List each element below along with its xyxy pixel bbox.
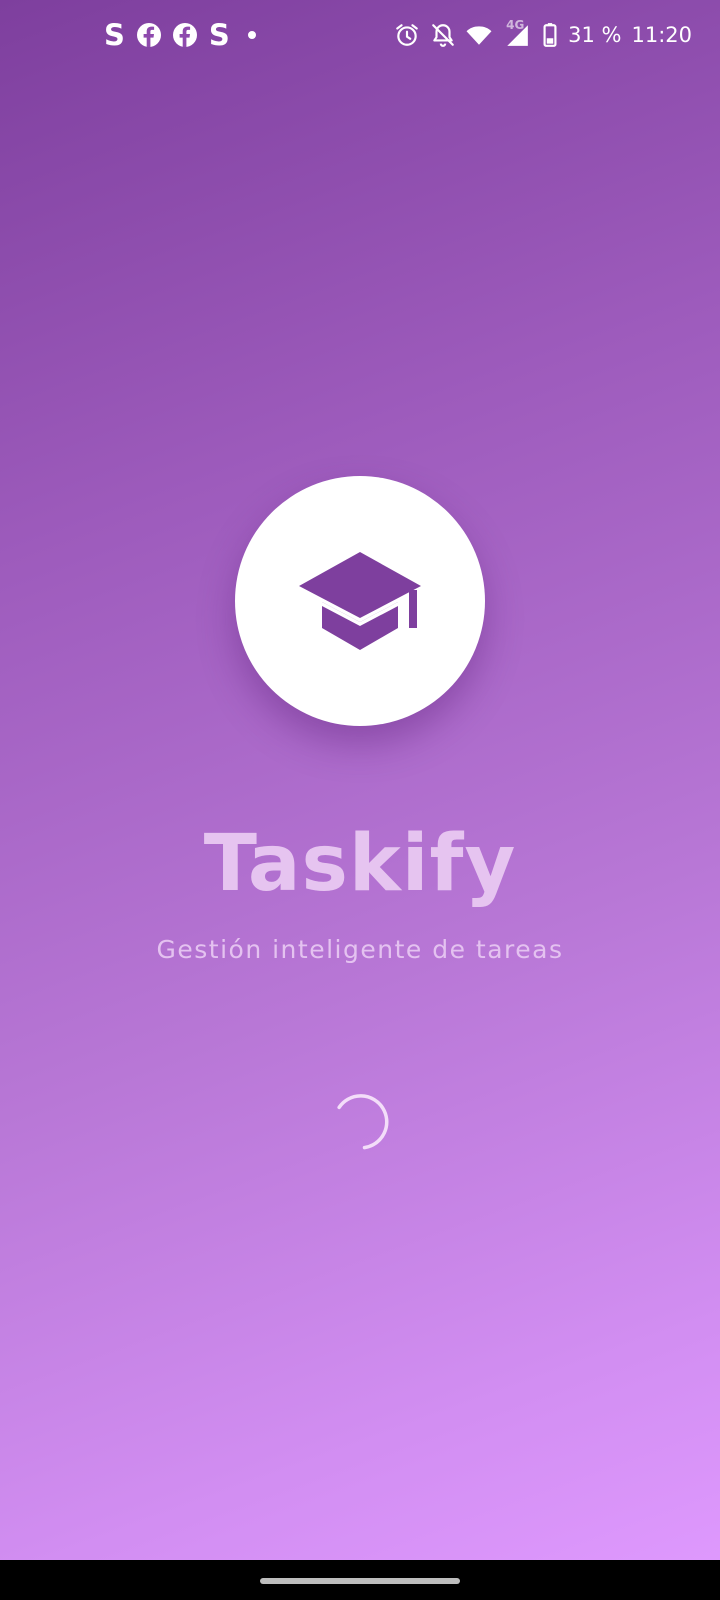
s-app-notification-icon: S	[208, 18, 230, 52]
navigation-bar	[0, 1560, 720, 1600]
app-logo	[235, 476, 485, 726]
loading-spinner-icon	[337, 1094, 389, 1150]
system-icons: 4G 31 % 11:20	[394, 18, 692, 52]
battery-percentage: 31 %	[568, 23, 622, 47]
home-gesture-handle[interactable]	[260, 1578, 460, 1584]
network-type-label: 4G	[506, 18, 525, 32]
app-subtitle: Gestión inteligente de tareas	[156, 935, 564, 964]
notifications-off-icon	[432, 24, 454, 47]
more-notifications-dot-icon	[247, 31, 256, 39]
clock-time: 11:20	[631, 23, 692, 47]
mobile-signal-icon: 4G	[502, 18, 532, 48]
app-title: Taskify	[203, 819, 517, 909]
alarm-icon	[396, 24, 418, 46]
status-bar: S S 4G 31 % 11:20	[0, 0, 720, 72]
facebook-icon	[172, 23, 197, 47]
graduation-cap-icon	[299, 552, 421, 650]
facebook-icon	[136, 23, 161, 47]
battery-icon	[543, 23, 557, 47]
splash-screen: S S 4G 31 % 11:20 Taskify Gestión inteli…	[0, 0, 720, 1600]
s-app-notification-icon: S	[104, 18, 125, 52]
wifi-icon	[466, 26, 492, 45]
notification-icons: S S	[104, 18, 256, 52]
